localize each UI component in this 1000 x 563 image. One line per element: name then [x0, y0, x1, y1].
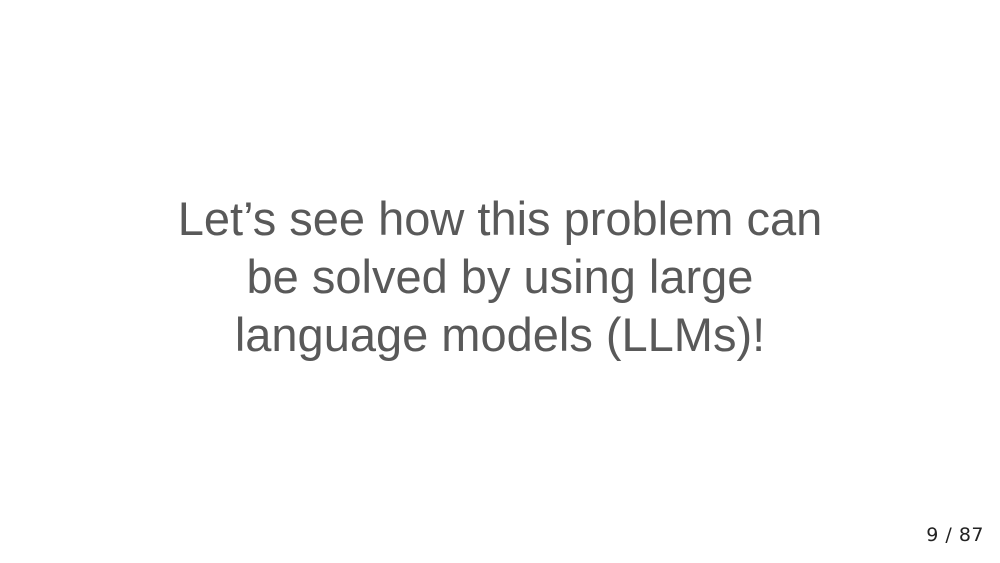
statement-line-3: language models (LLMs)!	[234, 308, 766, 361]
page-counter: 9 / 87	[926, 524, 984, 546]
slide: Let’s see how this problem can be solved…	[0, 0, 1000, 563]
statement-line-2: be solved by using large	[246, 250, 754, 303]
statement-line-1: Let’s see how this problem can	[177, 192, 823, 245]
slide-statement: Let’s see how this problem can be solved…	[0, 190, 1000, 364]
